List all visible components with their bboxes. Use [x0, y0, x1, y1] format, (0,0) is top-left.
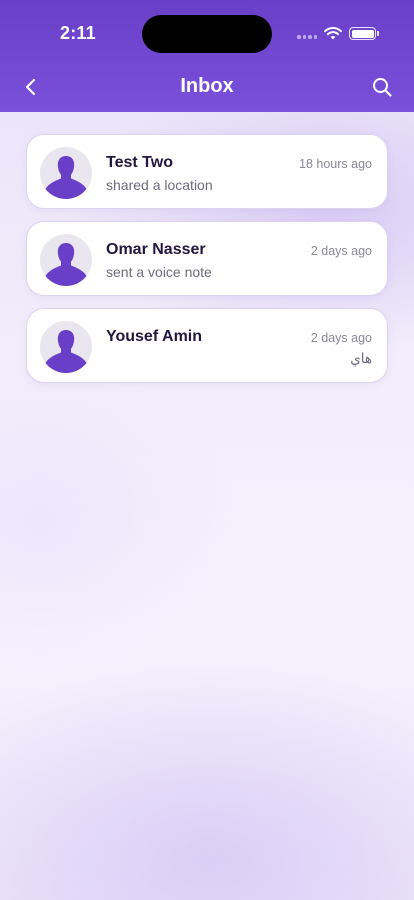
conversation-list: Test Two 18 hours ago shared a location …	[26, 134, 388, 395]
conversation-item[interactable]: Yousef Amin 2 days ago هاي	[26, 308, 388, 383]
header: 2:11 Inbox	[0, 0, 414, 112]
person-icon	[45, 330, 87, 373]
person-icon	[45, 156, 87, 199]
wifi-icon	[324, 27, 342, 40]
cellular-signal-icon	[297, 35, 317, 39]
dynamic-island	[142, 15, 272, 53]
message-time: 2 days ago	[310, 244, 372, 258]
message-time: 18 hours ago	[299, 157, 372, 171]
page-title: Inbox	[180, 75, 234, 97]
battery-icon	[349, 27, 379, 40]
conversation-item[interactable]: Test Two 18 hours ago shared a location	[26, 134, 388, 209]
avatar	[40, 321, 92, 373]
contact-name: Omar Nasser	[106, 241, 206, 258]
message-preview: sent a voice note	[106, 264, 212, 280]
message-time: 2 days ago	[310, 331, 372, 345]
message-preview: هاي	[350, 351, 372, 367]
contact-name: Yousef Amin	[106, 328, 203, 345]
person-icon	[45, 243, 87, 286]
avatar	[40, 147, 92, 199]
search-icon[interactable]	[370, 75, 394, 99]
message-preview: shared a location	[106, 177, 213, 193]
conversation-item[interactable]: Omar Nasser 2 days ago sent a voice note	[26, 221, 388, 296]
status-time: 2:11	[60, 23, 96, 43]
avatar	[40, 234, 92, 286]
contact-name: Test Two	[106, 154, 173, 171]
